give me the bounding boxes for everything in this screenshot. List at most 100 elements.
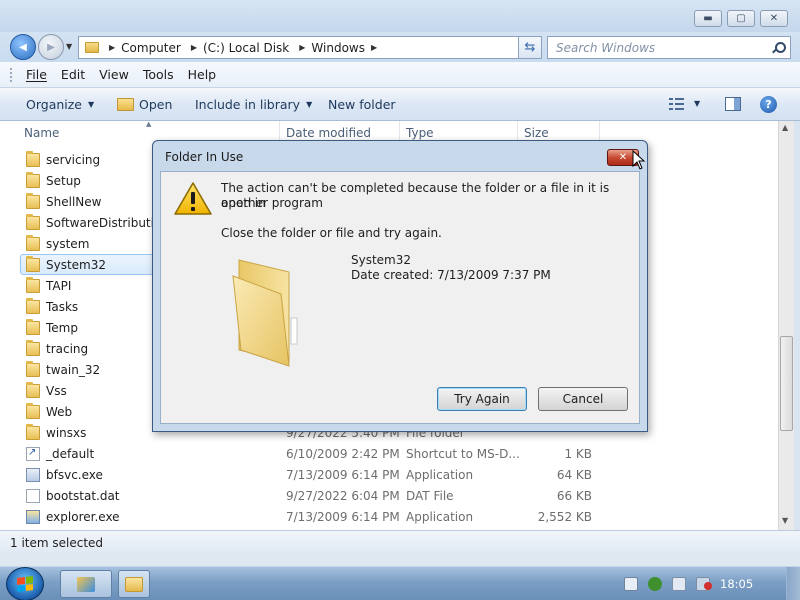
scroll-down-icon[interactable]: ▼ — [782, 516, 788, 525]
file-row[interactable]: bootstat.dat 9/27/2022 6:04 PM DAT File 66 … — [0, 486, 778, 507]
back-button[interactable]: ◀ — [10, 34, 36, 60]
sort-ascending-icon: ▲ — [146, 120, 152, 128]
document-icon — [26, 489, 40, 503]
file-row[interactable]: _default 6/10/2009 2:42 PM Shortcut to MS-… — [0, 444, 778, 465]
item-name: Setup — [46, 174, 81, 188]
menu-edit[interactable]: Edit — [61, 67, 85, 82]
search-box[interactable] — [547, 36, 791, 59]
file-row[interactable]: explorer.exe 7/13/2009 6:14 PM Application… — [0, 507, 778, 528]
item-name: twain_32 — [46, 363, 101, 377]
tray-volume-muted-icon[interactable] — [696, 577, 712, 591]
scroll-up-icon[interactable]: ▲ — [782, 123, 788, 132]
mouse-cursor-icon — [632, 150, 646, 170]
address-bar[interactable]: ▶Computer ▶(C:) Local Disk ▶Windows▶ ▼ — [78, 36, 542, 59]
menu-file[interactable]: File — [26, 67, 47, 82]
taskbar-app-button[interactable] — [60, 570, 112, 598]
breadcrumb-arrow-icon: ▶ — [371, 43, 378, 52]
item-name: System32 — [46, 258, 107, 272]
column-label: Type — [406, 126, 434, 140]
menu-view[interactable]: View — [99, 67, 129, 82]
column-label: Date modified — [286, 126, 372, 140]
view-options-icon[interactable] — [669, 97, 685, 111]
item-name: system — [46, 237, 90, 251]
details-strip — [0, 554, 800, 566]
shortcut-icon — [26, 447, 40, 461]
item-type: Shortcut to MS-D... — [406, 447, 520, 461]
refresh-button[interactable]: ⇆ — [518, 36, 542, 59]
item-size: 1 KB — [564, 447, 592, 461]
help-icon[interactable]: ? — [760, 96, 777, 113]
application-icon — [26, 468, 40, 482]
folder-icon — [26, 424, 40, 440]
breadcrumb-arrow-icon: ▶ — [299, 43, 306, 52]
minimize-button[interactable]: ▬ — [694, 10, 722, 27]
taskbar: 18:05 — [0, 566, 800, 600]
breadcrumb-computer[interactable]: ▶ Computer — [103, 41, 181, 55]
item-name: servicing — [46, 153, 101, 167]
close-window-button[interactable]: ✕ — [760, 10, 788, 27]
item-type: Application — [406, 468, 474, 482]
status-bar: 1 item selected — [0, 530, 800, 554]
chevron-down-icon: ▼ — [306, 100, 313, 109]
menu-bar: File Edit View Tools Help — [0, 62, 800, 88]
maximize-button[interactable]: ▢ — [727, 10, 755, 27]
show-desktop-button[interactable] — [786, 567, 800, 600]
include-in-library-button[interactable]: Include in library ▼ — [195, 97, 312, 112]
cancel-label: Cancel — [562, 392, 604, 406]
dialog-item-date: Date created: 7/13/2009 7:37 PM — [351, 268, 551, 282]
menu-tools[interactable]: Tools — [143, 67, 174, 82]
item-name: Tasks — [46, 300, 79, 314]
scrollbar-thumb[interactable] — [780, 336, 793, 431]
tray-network-icon[interactable] — [672, 577, 686, 591]
open-button[interactable]: Open — [117, 97, 172, 112]
vertical-scrollbar[interactable]: ▲ ▼ — [778, 121, 794, 530]
folder-icon — [26, 319, 40, 335]
app-icon — [77, 576, 95, 592]
breadcrumb-windows[interactable]: ▶ Windows ▶ — [293, 41, 383, 55]
item-name: Temp — [46, 321, 78, 335]
tray-security-icon[interactable] — [648, 577, 662, 591]
breadcrumb-local-disk[interactable]: ▶ (C:) Local Disk — [185, 41, 289, 55]
search-input[interactable] — [556, 40, 761, 55]
dialog-message-line2: another program — [221, 196, 323, 210]
try-again-button[interactable]: Try Again — [437, 387, 527, 411]
item-date: 7/13/2009 6:14 PM — [286, 510, 400, 524]
item-name: bootstat.dat — [46, 489, 120, 503]
folder-icon — [85, 42, 99, 53]
item-name: bfsvc.exe — [46, 468, 103, 482]
item-name: _default — [46, 447, 95, 461]
tray-document-icon[interactable] — [624, 577, 638, 591]
new-folder-button[interactable]: New folder — [328, 97, 396, 112]
view-dropdown-icon[interactable]: ▼ — [694, 99, 700, 108]
item-name: explorer.exe — [46, 510, 120, 524]
preview-pane-icon[interactable] — [725, 97, 741, 111]
breadcrumb-label: Computer — [121, 40, 181, 55]
menu-help[interactable]: Help — [188, 67, 217, 82]
taskbar-clock[interactable]: 18:05 — [720, 577, 753, 591]
folder-icon — [26, 298, 40, 314]
explorer-folder-icon — [125, 576, 143, 592]
folder-icon — [26, 214, 40, 230]
close-icon: ✕ — [769, 13, 779, 24]
file-row[interactable]: bfsvc.exe 7/13/2009 6:14 PM Application 64 … — [0, 465, 778, 486]
open-label: Open — [139, 97, 173, 112]
item-name: tracing — [46, 342, 89, 356]
item-type: DAT File — [406, 489, 454, 503]
folder-icon — [26, 277, 40, 293]
item-name: ShellNew — [46, 195, 102, 209]
search-icon[interactable] — [772, 41, 786, 54]
forward-button[interactable]: ▶ — [38, 34, 64, 60]
start-button[interactable] — [6, 567, 44, 600]
breadcrumb-arrow-icon: ▶ — [109, 43, 116, 52]
navigation-bar: ◀ ▶ ▼ ▶ Computer ▶ (C:) Local Disk ▶ Window… — [0, 32, 800, 62]
item-type: Application — [406, 510, 474, 524]
taskbar-explorer-button[interactable] — [118, 570, 150, 598]
refresh-icon: ⇆ — [524, 40, 536, 55]
item-name: Vss — [46, 384, 67, 398]
cancel-button[interactable]: Cancel — [538, 387, 628, 411]
organize-button[interactable]: Organize ▼ — [26, 97, 94, 112]
recent-pages-dropdown[interactable]: ▼ — [66, 42, 72, 51]
item-name: winsxs — [46, 426, 87, 440]
large-folder-icon — [232, 259, 298, 367]
folder-icon — [26, 151, 40, 167]
